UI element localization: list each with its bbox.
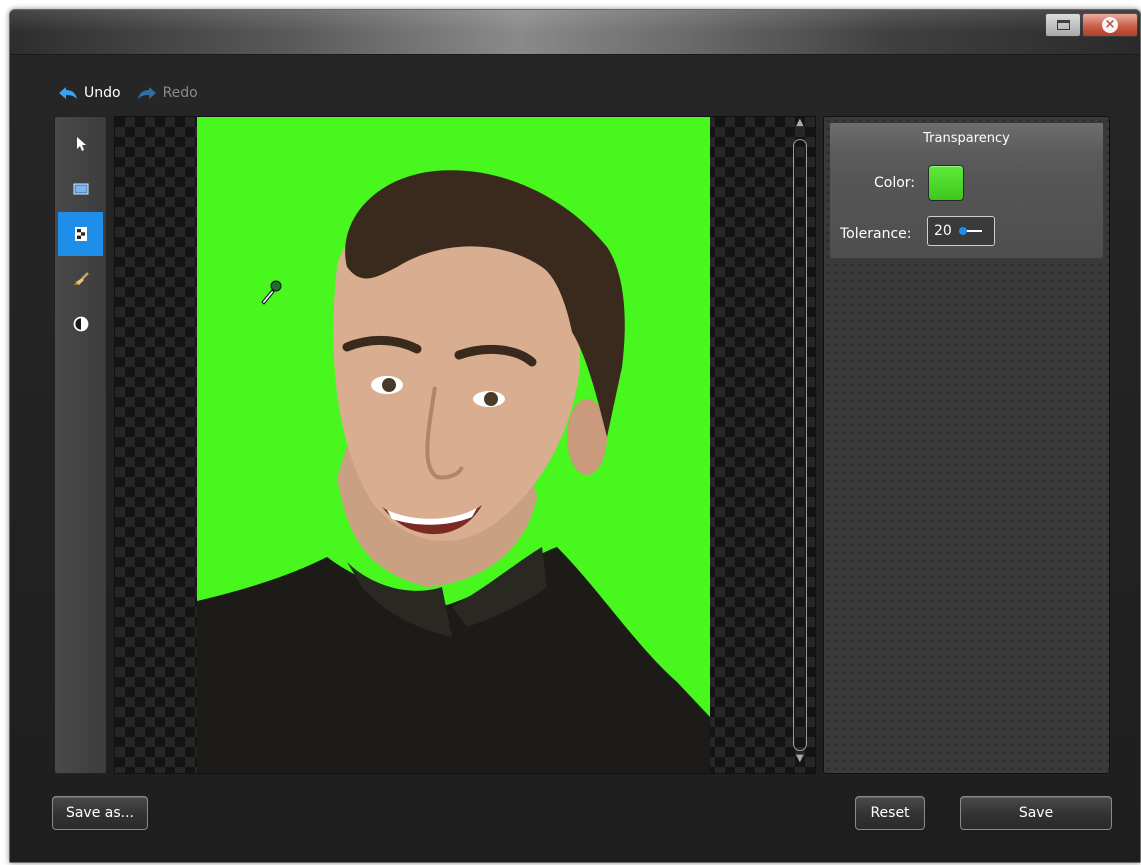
editor-window: × Undo Redo ▲ ▼ Transparency Color: Tole… xyxy=(9,9,1141,863)
tolerance-field[interactable]: 20 xyxy=(927,216,995,246)
pointer-icon xyxy=(76,137,86,151)
redo-arrow-icon xyxy=(137,87,156,99)
tool-crop[interactable] xyxy=(58,167,103,211)
maximize-icon xyxy=(1056,20,1070,30)
color-swatch[interactable] xyxy=(928,165,964,201)
eyedropper-icon xyxy=(261,280,282,305)
undo-button[interactable]: Undo xyxy=(58,85,121,101)
transparency-icon xyxy=(74,227,87,241)
crop-icon xyxy=(73,183,88,195)
scroll-up-arrow-icon[interactable]: ▲ xyxy=(796,117,804,128)
save-button[interactable]: Save xyxy=(960,796,1112,830)
image-canvas[interactable]: ▲ ▼ xyxy=(114,116,816,774)
undo-arrow-icon xyxy=(59,87,77,99)
redo-label: Redo xyxy=(162,85,198,101)
maximize-button[interactable] xyxy=(1045,13,1081,37)
undo-label: Undo xyxy=(84,85,121,101)
panel-title: Transparency xyxy=(923,131,1010,146)
reset-button[interactable]: Reset xyxy=(855,796,925,830)
tolerance-label: Tolerance: xyxy=(840,226,912,242)
tool-transparency[interactable] xyxy=(58,212,103,256)
save-as-button[interactable]: Save as... xyxy=(52,796,148,830)
color-label: Color: xyxy=(874,175,916,191)
tool-select[interactable] xyxy=(58,122,103,166)
slider-handle-icon[interactable] xyxy=(958,226,984,236)
portrait-illustration xyxy=(197,117,710,773)
tool-contrast[interactable] xyxy=(58,302,103,346)
close-button[interactable]: × xyxy=(1082,13,1138,37)
vertical-scrollbar[interactable] xyxy=(793,139,807,751)
photo-image[interactable] xyxy=(197,117,710,773)
tool-brush[interactable] xyxy=(58,257,103,301)
title-bar[interactable]: × xyxy=(10,10,1140,55)
undo-redo-bar: Undo Redo xyxy=(58,85,198,101)
transparency-section: Transparency Color: Tolerance: 20 xyxy=(830,123,1103,258)
close-icon: × xyxy=(1102,17,1118,33)
scroll-down-arrow-icon[interactable]: ▼ xyxy=(796,753,804,764)
redo-button[interactable]: Redo xyxy=(137,85,198,101)
properties-panel: Transparency Color: Tolerance: 20 xyxy=(823,116,1110,774)
brush-icon xyxy=(73,272,89,285)
tool-strip xyxy=(54,116,107,774)
contrast-icon xyxy=(73,316,88,332)
tolerance-value[interactable]: 20 xyxy=(934,223,952,239)
